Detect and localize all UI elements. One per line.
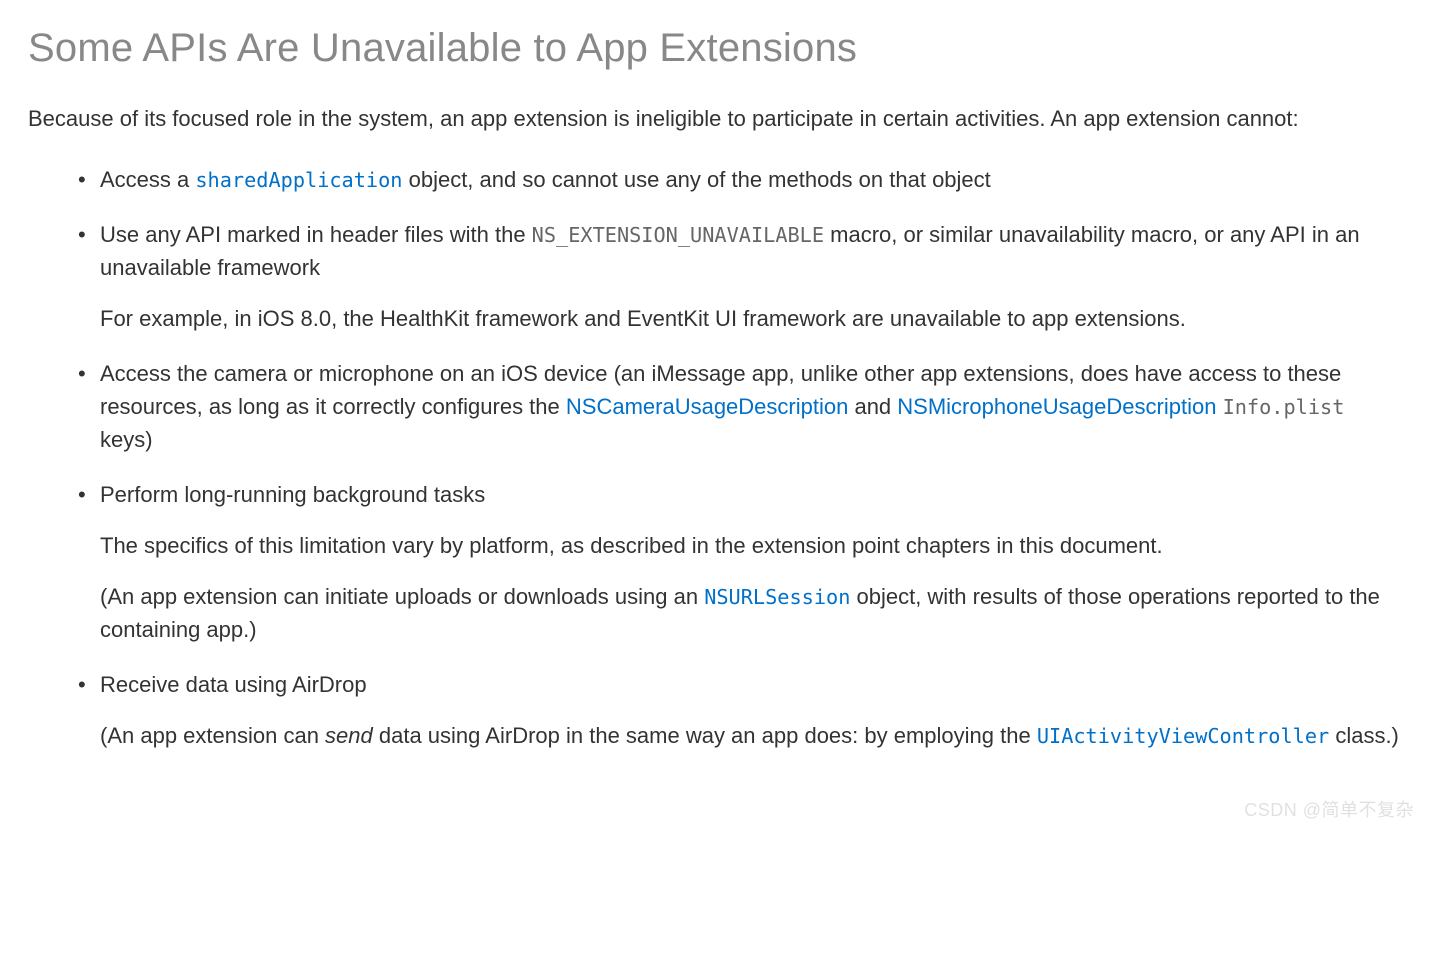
text-span: class.) bbox=[1329, 723, 1399, 748]
list-text: Use any API marked in header files with … bbox=[100, 218, 1402, 284]
list-text: Perform long-running background tasks bbox=[100, 478, 1402, 511]
list-item: Perform long-running background tasks Th… bbox=[100, 478, 1402, 646]
text-span: data using AirDrop in the same way an ap… bbox=[373, 723, 1037, 748]
text-span: (An app extension can initiate uploads o… bbox=[100, 584, 704, 609]
list-item: Access the camera or microphone on an iO… bbox=[100, 357, 1402, 456]
code-ns-extension-unavailable: NS_EXTENSION_UNAVAILABLE bbox=[532, 223, 824, 247]
page-title: Some APIs Are Unavailable to App Extensi… bbox=[28, 24, 1402, 72]
watermark: CSDN @简单不复杂 bbox=[1244, 797, 1414, 824]
list-subtext: (An app extension can send data using Ai… bbox=[100, 719, 1402, 752]
text-span: and bbox=[848, 394, 897, 419]
list-subtext: The specifics of this limitation vary by… bbox=[100, 529, 1402, 562]
list-item: Use any API marked in header files with … bbox=[100, 218, 1402, 335]
list-text: Access the camera or microphone on an iO… bbox=[100, 357, 1402, 456]
code-uiactivityviewcontroller[interactable]: UIActivityViewController bbox=[1037, 724, 1329, 748]
link-nscamerausagedescription[interactable]: NSCameraUsageDescription bbox=[566, 394, 848, 419]
list-text: Receive data using AirDrop bbox=[100, 668, 1402, 701]
code-sharedapplication[interactable]: sharedApplication bbox=[195, 168, 402, 192]
text-span: Use any API marked in header files with … bbox=[100, 222, 532, 247]
text-span: keys) bbox=[100, 427, 153, 452]
text-span: object, and so cannot use any of the met… bbox=[402, 167, 990, 192]
list-text: Access a sharedApplication object, and s… bbox=[100, 163, 1402, 196]
list-subtext: (An app extension can initiate uploads o… bbox=[100, 580, 1402, 646]
emphasis-send: send bbox=[325, 723, 373, 748]
code-info-plist: Info.plist bbox=[1223, 395, 1345, 419]
restrictions-list: Access a sharedApplication object, and s… bbox=[28, 163, 1402, 752]
intro-paragraph: Because of its focused role in the syste… bbox=[28, 102, 1402, 135]
text-span: Access a bbox=[100, 167, 195, 192]
list-item: Access a sharedApplication object, and s… bbox=[100, 163, 1402, 196]
list-subtext: For example, in iOS 8.0, the HealthKit f… bbox=[100, 302, 1402, 335]
text-span: (An app extension can bbox=[100, 723, 325, 748]
link-nsmicrophoneusagedescription[interactable]: NSMicrophoneUsageDescription bbox=[897, 394, 1216, 419]
list-item: Receive data using AirDrop (An app exten… bbox=[100, 668, 1402, 752]
code-nsurlsession[interactable]: NSURLSession bbox=[704, 585, 850, 609]
